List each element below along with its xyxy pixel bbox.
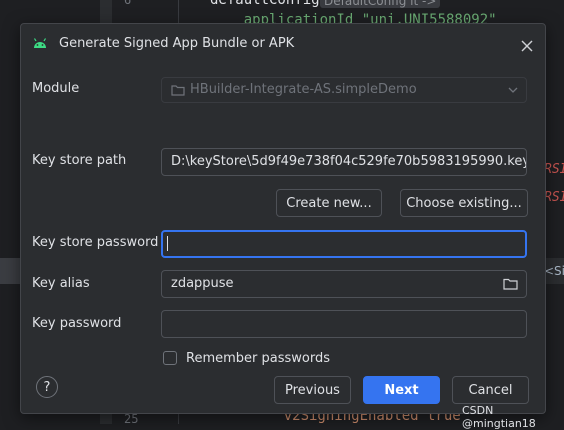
remember-passwords-label[interactable]: Remember passwords: [186, 351, 330, 366]
remember-passwords-checkbox[interactable]: [163, 351, 177, 365]
keystore-password-label: Key store password: [32, 235, 159, 250]
keystore-path-value: D:\keyStore\5d9f49e738f04c529fe70b598319…: [171, 154, 527, 169]
dialog-titlebar: Generate Signed App Bundle or APK: [21, 24, 545, 64]
keystore-path-field[interactable]: D:\keyStore\5d9f49e738f04c529fe70b598319…: [161, 148, 527, 176]
module-folder-icon: [171, 85, 185, 96]
dialog-title: Generate Signed App Bundle or APK: [59, 36, 295, 51]
code-fragment: RSI: [544, 190, 564, 205]
side-hint: <Sig: [544, 258, 564, 284]
key-password-label: Key password: [32, 316, 122, 331]
keystore-path-label: Key store path: [32, 153, 127, 168]
module-select[interactable]: HBuilder-Integrate-AS.simpleDemo: [161, 77, 527, 103]
help-button[interactable]: ?: [36, 376, 58, 398]
chevron-down-icon: [508, 87, 518, 93]
generate-signed-apk-dialog: Generate Signed App Bundle or APK Module…: [20, 23, 546, 414]
close-button[interactable]: [515, 34, 539, 58]
key-alias-field[interactable]: zdappuse: [161, 270, 527, 298]
watermark: CSDN @mingtian18: [462, 404, 536, 430]
close-icon: [521, 40, 533, 52]
folder-icon[interactable]: [503, 278, 518, 290]
module-label: Module: [32, 81, 80, 96]
module-value: HBuilder-Integrate-AS.simpleDemo: [190, 82, 417, 97]
code-fragment: RSI: [544, 162, 564, 177]
next-button[interactable]: Next: [363, 376, 440, 404]
text-caret: [167, 236, 168, 251]
create-new-button[interactable]: Create new...: [276, 189, 382, 217]
inline-hint: DefaultConfig it ->: [320, 0, 441, 8]
keystore-password-field[interactable]: [161, 230, 527, 258]
line-number: 6: [124, 0, 132, 7]
code-line: defaultConfig: [210, 0, 320, 8]
help-icon: ?: [43, 379, 51, 395]
android-icon: [33, 38, 47, 48]
key-alias-value: zdappuse: [171, 276, 234, 291]
key-alias-label: Key alias: [32, 276, 90, 291]
choose-existing-button[interactable]: Choose existing...: [400, 189, 528, 217]
key-password-field[interactable]: [161, 310, 527, 338]
cancel-button[interactable]: Cancel: [452, 376, 529, 404]
previous-button[interactable]: Previous: [274, 376, 351, 404]
